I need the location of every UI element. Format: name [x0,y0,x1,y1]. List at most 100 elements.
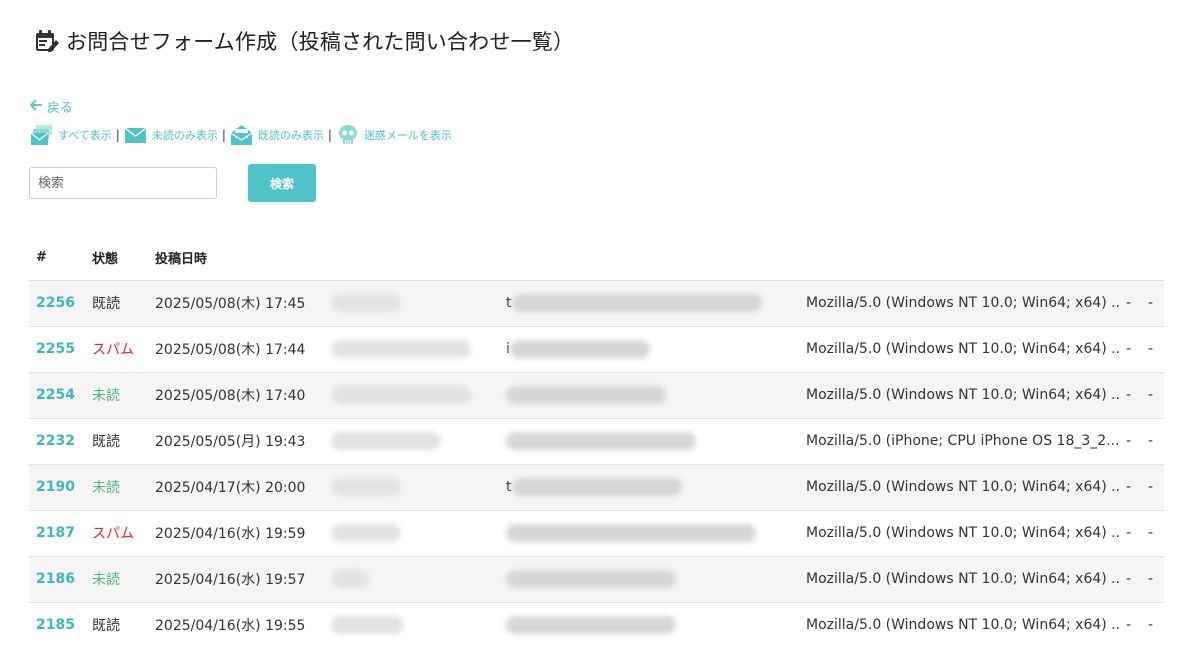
filter-unread-only[interactable]: 未読のみ表示 [124,124,218,146]
filter-separator: | [221,128,226,142]
filter-show-spam[interactable]: 迷惑メールを表示 [336,124,452,146]
row-email-redacted [509,340,650,358]
row-extra-1: - [1126,341,1132,357]
row-id-link[interactable]: 2186 [36,571,75,587]
col-header-id: # [29,236,85,281]
table-row[interactable]: 2187 スパム 2025/04/16(水) 19:59 Mozilla/5.0 (W… [29,510,1164,557]
row-user-agent: Mozilla/5.0 (Windows NT 10.0; Win64; x64… [806,571,1119,587]
col-header-extra-1 [1119,236,1141,281]
table-row[interactable]: 2256 既読 2025/05/08(木) 17:45 t Mozilla/5.0 (W… [29,280,1164,327]
row-status: 未読 [92,388,120,404]
row-id-link[interactable]: 2256 [36,295,75,311]
table-row[interactable]: 2186 未読 2025/04/16(水) 19:57 Mozilla/5.0 (Wi… [29,556,1164,603]
row-email-redacted [506,386,666,404]
row-status: スパム [92,342,134,358]
row-id-link[interactable]: 2190 [36,479,75,495]
page-title: お問合せフォーム作成（投稿された問い合わせ一覧） [34,26,574,56]
row-id-link[interactable]: 2187 [36,525,75,541]
row-date: 2025/05/08(木) 17:40 [155,388,306,404]
row-id-link[interactable]: 2185 [36,617,75,633]
row-date: 2025/05/08(木) 17:45 [155,296,306,312]
row-name-redacted [331,386,471,404]
row-extra-1: - [1126,525,1132,541]
row-email-redacted [506,616,676,634]
search-input[interactable] [29,167,217,199]
filter-show-all[interactable]: すべて表示 [30,124,112,146]
row-user-agent: Mozilla/5.0 (Windows NT 10.0; Win64; x64… [806,341,1119,357]
table-row[interactable]: 2190 未読 2025/04/17(木) 20:00 t Mozilla/5.0 (W… [29,464,1164,511]
calendar-edit-icon [36,30,59,52]
filter-show-spam-label: 迷惑メールを表示 [363,129,452,142]
filter-separator: | [327,128,332,142]
mail-open-icon [230,125,253,145]
row-name-redacted [331,294,401,312]
filter-separator: | [115,128,120,142]
row-status: 既読 [92,296,120,312]
row-status: 既読 [92,618,120,634]
inquiry-table: # 状態 投稿日時 2256 既読 2025/05/08(木) 17:45 t Mozi… [29,236,1164,647]
table-row[interactable]: 2232 既読 2025/05/05(月) 19:43 Mozilla/5.0 (iP… [29,418,1164,465]
col-header-status: 状態 [85,236,148,281]
row-email-redacted [511,294,762,312]
table-row[interactable]: 2185 既読 2025/04/16(水) 19:55 Mozilla/5.0 (Wi… [29,602,1164,647]
back-link[interactable]: 戻る [29,97,74,116]
row-id-link[interactable]: 2255 [36,341,75,357]
row-extra-1: - [1126,479,1132,495]
back-link-label: 戻る [47,101,74,116]
skull-icon [338,125,357,144]
col-header-email [499,236,799,281]
row-date: 2025/05/05(月) 19:43 [155,434,306,450]
row-id-link[interactable]: 2254 [36,387,75,403]
row-name-redacted [331,340,471,358]
row-extra-2: - [1148,525,1154,541]
row-user-agent: Mozilla/5.0 (Windows NT 10.0; Win64; x64… [806,479,1119,495]
row-name-redacted [331,524,401,542]
table-header-row: # 状態 投稿日時 [29,236,1164,281]
filter-read-only-label: 既読のみ表示 [257,129,324,142]
row-extra-1: - [1126,617,1132,633]
row-extra-2: - [1148,387,1154,403]
col-header-extra-2 [1141,236,1164,281]
row-email-redacted [506,570,676,588]
row-extra-2: - [1148,479,1154,495]
row-email-redacted [506,432,696,450]
row-date: 2025/05/08(木) 17:44 [155,342,306,358]
row-name-redacted [331,570,369,588]
row-extra-1: - [1126,571,1132,587]
mail-closed-icon [124,127,147,143]
arrow-left-icon [29,98,43,115]
row-date: 2025/04/17(木) 20:00 [155,480,306,496]
row-id-link[interactable]: 2232 [36,433,75,449]
filter-show-all-label: すべて表示 [58,129,112,142]
filter-unread-only-label: 未読のみ表示 [151,129,218,142]
row-name-redacted [331,432,441,450]
row-status: 未読 [92,480,120,496]
table-row[interactable]: 2255 スパム 2025/05/08(木) 17:44 i Mozilla/5.0 (… [29,326,1164,373]
page-title-text: お問合せフォーム作成（投稿された問い合わせ一覧） [66,30,575,54]
row-date: 2025/04/16(水) 19:55 [155,618,306,634]
row-extra-2: - [1148,617,1154,633]
row-date: 2025/04/16(水) 19:59 [155,526,306,542]
row-extra-2: - [1148,295,1154,311]
row-user-agent: Mozilla/5.0 (Windows NT 10.0; Win64; x64… [806,617,1119,633]
row-email-redacted [511,478,682,496]
col-header-name [324,236,499,281]
row-email-prefix: t [506,295,512,311]
row-status: 未読 [92,572,120,588]
row-email-redacted [506,524,756,542]
row-extra-2: - [1148,433,1154,449]
row-user-agent: Mozilla/5.0 (Windows NT 10.0; Win64; x64… [806,387,1119,403]
row-name-redacted [331,616,403,634]
table-row[interactable]: 2254 未読 2025/05/08(木) 17:40 Mozilla/5.0 (Wi… [29,372,1164,419]
search-button[interactable]: 検索 [248,164,316,202]
col-header-user-agent [799,236,1119,281]
row-user-agent: Mozilla/5.0 (Windows NT 10.0; Win64; x64… [806,525,1119,541]
row-extra-2: - [1148,341,1154,357]
row-date: 2025/04/16(水) 19:57 [155,572,306,588]
filter-read-only[interactable]: 既読のみ表示 [230,124,324,146]
row-email-prefix: t [506,479,512,495]
row-user-agent: Mozilla/5.0 (Windows NT 10.0; Win64; x64… [806,295,1119,311]
row-extra-2: - [1148,571,1154,587]
row-name-redacted [331,478,401,496]
mail-stack-icon [30,125,52,145]
